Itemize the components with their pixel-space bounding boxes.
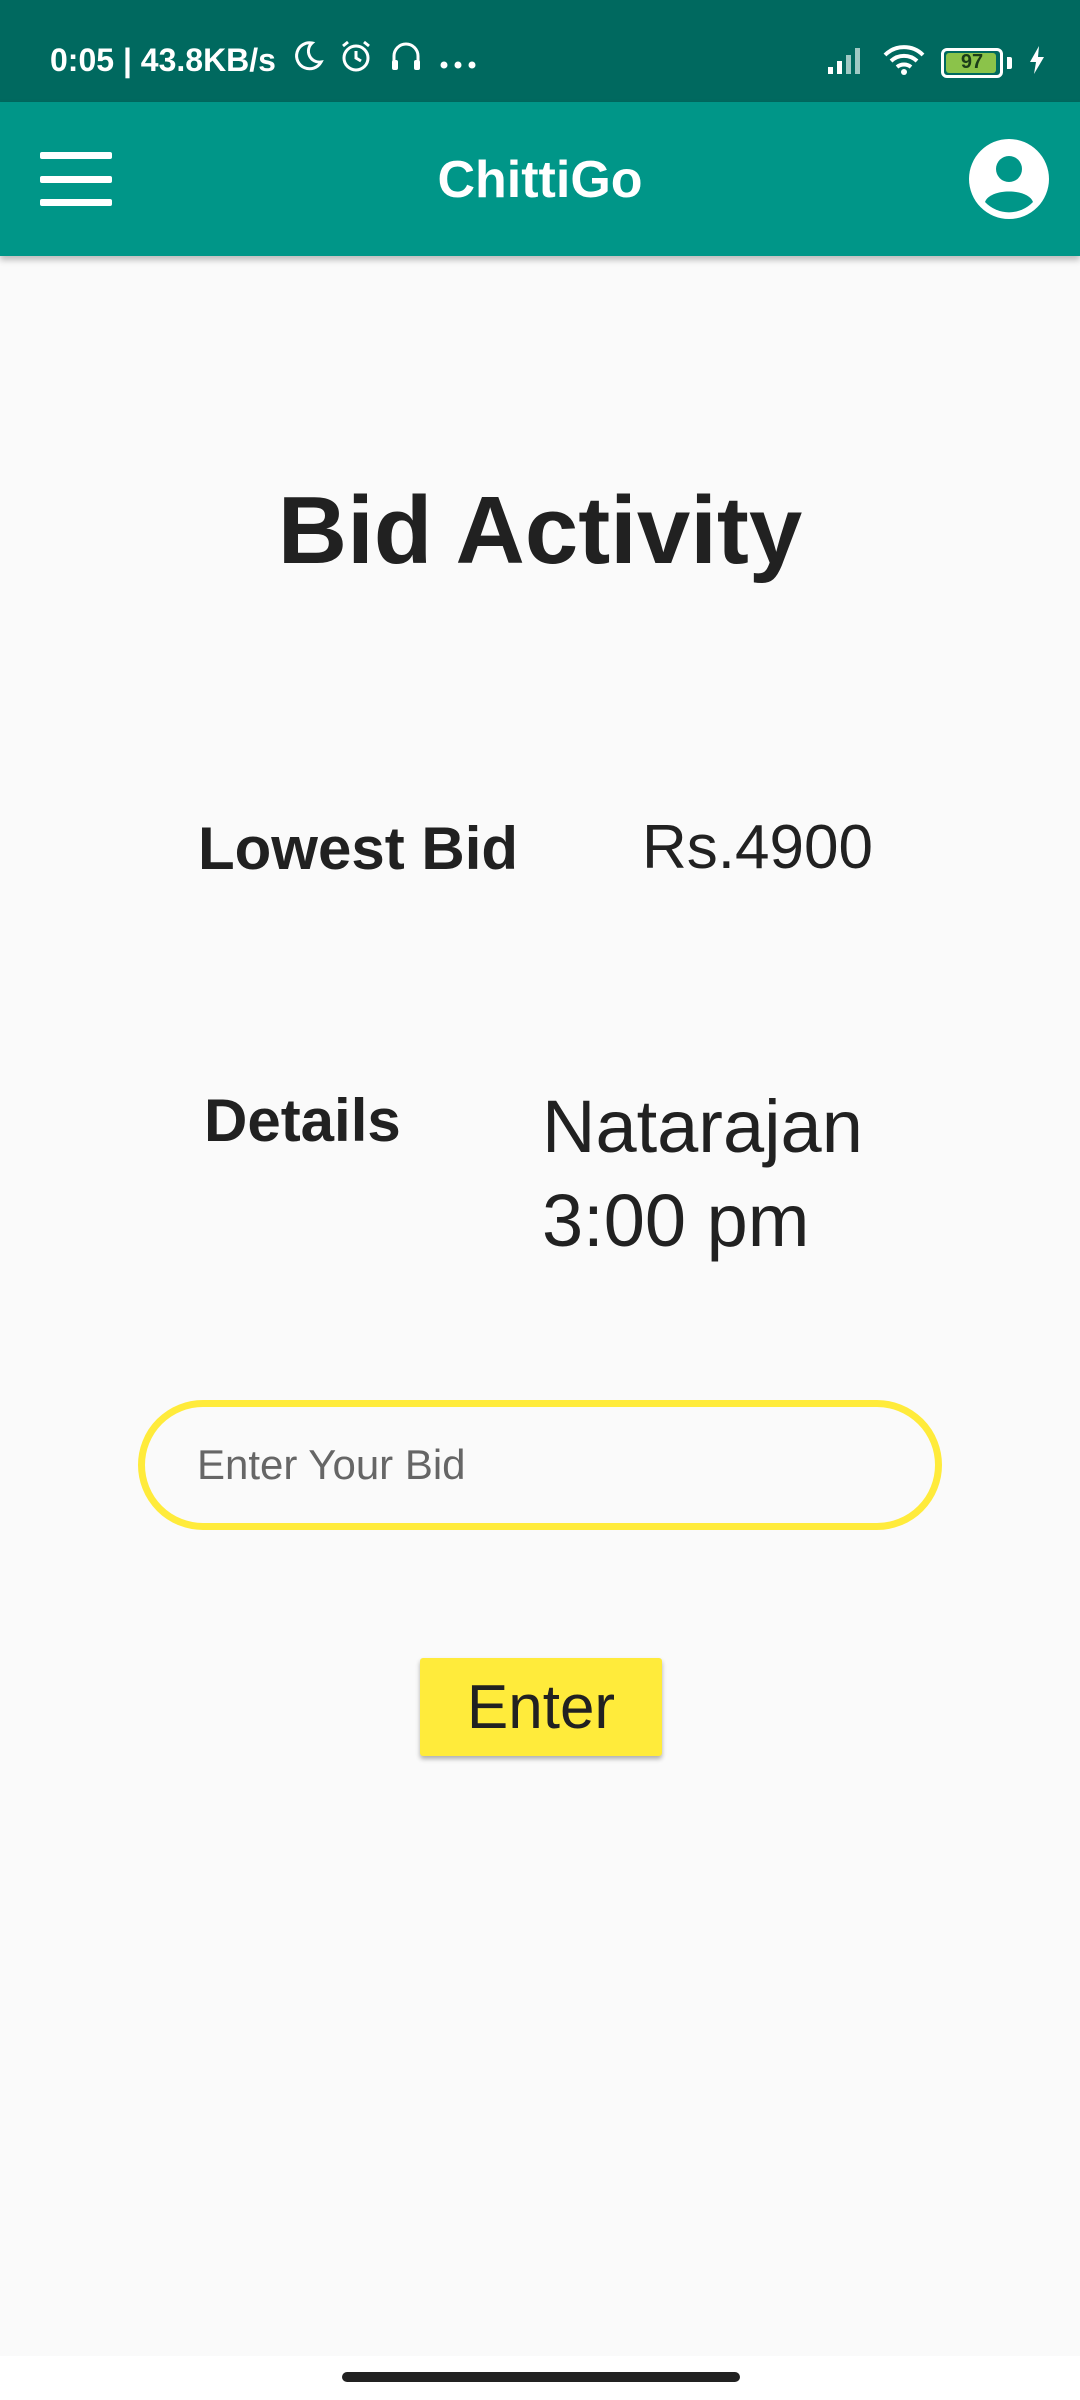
charging-icon <box>1028 45 1046 80</box>
battery-cap <box>1007 56 1012 69</box>
status-icons-left <box>292 38 478 82</box>
account-circle-icon[interactable] <box>968 138 1050 220</box>
details-value: Natarajan 3:00 pm <box>542 1080 863 1268</box>
lowest-bid-value: Rs.4900 <box>642 813 873 882</box>
signal-icon <box>827 45 867 80</box>
headphones-icon <box>388 38 424 82</box>
status-bar: 0:05 | 43.8KB/s 97 <box>0 0 1080 102</box>
moon-icon <box>292 40 324 80</box>
more-dots-icon <box>438 42 478 79</box>
app-bar: ChittiGo <box>0 102 1080 256</box>
battery-icon: 97 <box>941 47 1003 78</box>
bid-input-container <box>138 1400 942 1530</box>
enter-button[interactable]: Enter <box>420 1658 662 1756</box>
battery-level: 97 <box>960 51 984 73</box>
status-right: 97 <box>827 44 1046 81</box>
home-indicator[interactable] <box>342 2372 740 2382</box>
details-label: Details <box>204 1087 401 1154</box>
status-left: 0:05 | 43.8KB/s <box>50 38 478 82</box>
bid-input[interactable] <box>145 1407 935 1523</box>
status-time-speed: 0:05 | 43.8KB/s <box>50 41 276 78</box>
app-title: ChittiGo <box>437 151 643 209</box>
lowest-bid-label: Lowest Bid <box>198 815 519 882</box>
page-title: Bid Activity <box>277 477 803 584</box>
alarm-icon <box>338 38 374 82</box>
wifi-icon <box>883 44 925 81</box>
details-name: Natarajan <box>542 1085 863 1168</box>
details-time: 3:00 pm <box>542 1179 810 1262</box>
